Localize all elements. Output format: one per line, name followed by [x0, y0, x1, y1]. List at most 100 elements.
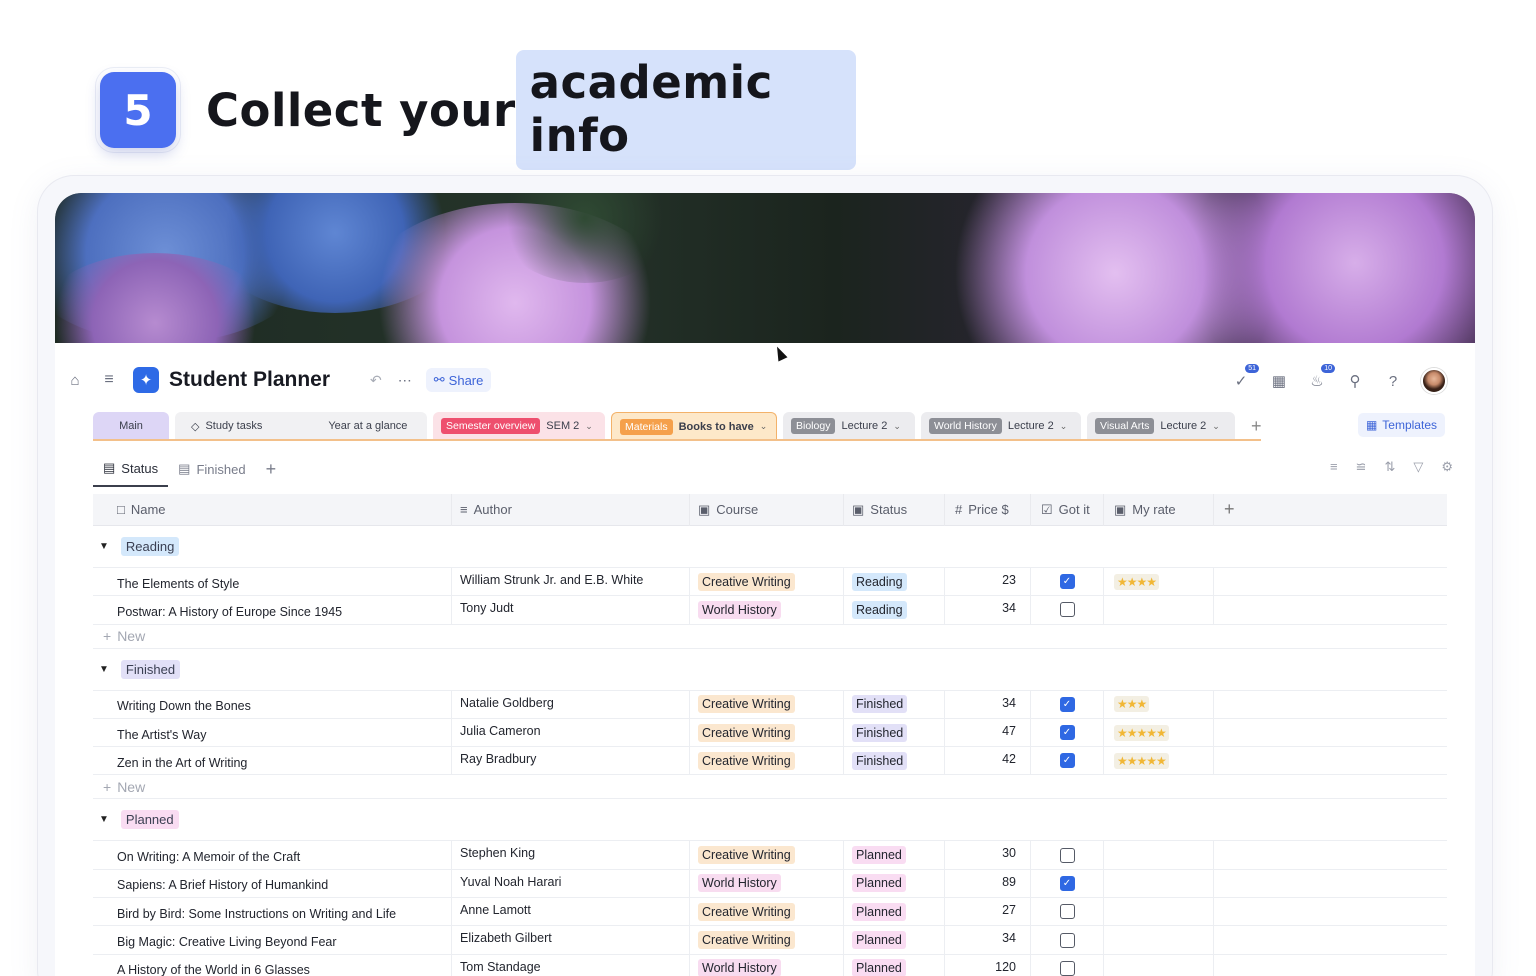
cell-course[interactable]: Creative Writing [690, 926, 844, 954]
cell-course[interactable]: Creative Writing [690, 747, 844, 775]
checkbox-unchecked[interactable] [1059, 932, 1075, 948]
cell-price[interactable]: 27 [945, 898, 1031, 926]
add-column-icon[interactable]: + [1214, 494, 1447, 526]
cell-author[interactable]: Julia Cameron [452, 718, 690, 747]
column-course[interactable]: ▣ Course [690, 493, 844, 526]
cell-status[interactable]: Finished [844, 747, 945, 775]
cell-author[interactable]: Anne Lamott [452, 898, 690, 926]
cell-course[interactable]: Creative Writing [690, 898, 844, 926]
cell-my-rate[interactable] [1104, 841, 1214, 869]
cell-my-rate[interactable] [1104, 926, 1214, 954]
cell-price[interactable]: 47 [945, 718, 1031, 747]
column-got-it[interactable]: ☑ Got it [1031, 493, 1104, 526]
column-status[interactable]: ▣ Status [844, 493, 945, 526]
cell-course[interactable]: World History [690, 869, 844, 898]
tab-main[interactable]: Main [93, 412, 169, 440]
cell-status[interactable]: Planned [844, 841, 945, 869]
table-row[interactable]: On Writing: A Memoir of the Craft Stephen… [93, 841, 1447, 870]
cell-name[interactable]: Sapiens: A Brief History of Humankind [93, 869, 452, 898]
view-finished[interactable]: ▤ Finished [168, 451, 255, 487]
tab-year-label[interactable]: Year at a glance [328, 420, 407, 432]
cell-price[interactable]: 30 [945, 841, 1031, 869]
new-row-button[interactable]: + New [93, 625, 1447, 649]
cell-author[interactable]: Elizabeth Gilbert [452, 926, 690, 954]
cell-status[interactable]: Planned [844, 954, 945, 976]
checkbox-unchecked[interactable] [1059, 847, 1075, 863]
tab-world-history[interactable]: World History Lecture 2 ⌄ [921, 412, 1081, 440]
column-author[interactable]: ≡ Author [452, 493, 690, 526]
cell-my-rate[interactable]: ★★★★ [1104, 568, 1214, 596]
search-icon[interactable]: ⚲ [1345, 371, 1365, 391]
table-row[interactable]: Bird by Bird: Some Instructions on Writi… [93, 898, 1447, 927]
cell-course[interactable]: World History [690, 596, 844, 624]
undo-icon[interactable]: ↶ [370, 372, 382, 389]
avatar[interactable] [1421, 368, 1447, 394]
checkbox-unchecked[interactable] [1059, 602, 1075, 618]
help-icon[interactable]: ? [1383, 371, 1403, 391]
tab-materials[interactable]: Materials Books to have ⌄ [611, 412, 777, 440]
menu-icon[interactable]: ≡ [101, 371, 117, 389]
checkbox-checked[interactable]: ✓ [1059, 753, 1075, 769]
cell-price[interactable]: 23 [945, 568, 1031, 596]
cell-status[interactable]: Finished [844, 718, 945, 747]
cell-course[interactable]: Creative Writing [690, 568, 844, 596]
cell-my-rate[interactable]: ★★★ [1104, 690, 1214, 718]
table-row[interactable]: A History of the World in 6 Glasses Tom S… [93, 954, 1447, 976]
cell-price[interactable]: 120 [945, 954, 1031, 976]
cell-name[interactable]: Writing Down the Bones [93, 690, 452, 718]
cell-price[interactable]: 89 [945, 869, 1031, 898]
cell-course[interactable]: Creative Writing [690, 690, 844, 718]
tab-semester-overview[interactable]: Semester overview SEM 2 ⌄ [433, 412, 605, 440]
cell-my-rate[interactable]: ★★★★★ [1104, 718, 1214, 747]
cell-author[interactable]: Tony Judt [452, 596, 690, 624]
cell-name[interactable]: Big Magic: Creative Living Beyond Fear [93, 926, 452, 954]
checkbox-unchecked[interactable] [1059, 904, 1075, 920]
cell-author[interactable]: William Strunk Jr. and E.B. White [452, 568, 690, 596]
table-row[interactable]: Postwar: A History of Europe Since 1945 T… [93, 596, 1447, 625]
cell-name[interactable]: A History of the World in 6 Glasses [93, 954, 452, 976]
bell-icon[interactable]: ♨ 10 [1307, 364, 1335, 391]
cell-my-rate[interactable] [1104, 596, 1214, 624]
checkbox-unchecked[interactable] [1059, 960, 1075, 976]
caret-down-icon[interactable]: ▼ [99, 664, 109, 675]
new-row-button[interactable]: + New [93, 775, 1447, 800]
templates-button[interactable]: ▦ Templates [1357, 413, 1445, 437]
cell-status[interactable]: Planned [844, 869, 945, 898]
home-icon[interactable]: ⌂ [67, 372, 83, 389]
tab-biology[interactable]: Biology Lecture 2 ⌄ [783, 412, 915, 440]
view-status[interactable]: ▤ Status [93, 451, 169, 487]
tab-visual-arts[interactable]: Visual Arts Lecture 2 ⌄ [1087, 412, 1235, 440]
table-row[interactable]: The Elements of Style William Strunk Jr. … [93, 568, 1447, 597]
column-my-rate[interactable]: ▣ My rate [1104, 493, 1214, 526]
cell-status[interactable]: Finished [844, 690, 945, 718]
cell-name[interactable]: Zen in the Art of Writing [93, 747, 452, 775]
cell-name[interactable]: On Writing: A Memoir of the Craft [93, 841, 452, 869]
cell-course[interactable]: Creative Writing [690, 718, 844, 747]
table-row[interactable]: Writing Down the Bones Natalie Goldberg Cr… [93, 690, 1447, 719]
caret-down-icon[interactable]: ▼ [99, 541, 109, 552]
cell-name[interactable]: Bird by Bird: Some Instructions on Writi… [93, 898, 452, 926]
cell-price[interactable]: 34 [945, 926, 1031, 954]
cell-status[interactable]: Planned [844, 926, 945, 954]
sort-icon[interactable]: ⇅ [1384, 459, 1395, 475]
cell-price[interactable]: 34 [945, 596, 1031, 624]
filter-icon[interactable]: ▽ [1413, 459, 1423, 475]
columns-icon[interactable]: ≡ [1330, 459, 1338, 475]
tasks-check-icon[interactable]: ✓ 51 [1231, 364, 1259, 391]
settings-icon[interactable]: ⚙ [1441, 459, 1453, 475]
cell-name[interactable]: The Elements of Style [93, 568, 452, 596]
cell-course[interactable]: World History [690, 954, 844, 976]
checkbox-checked[interactable]: ✓ [1059, 725, 1075, 741]
add-view-icon[interactable]: + [256, 451, 287, 487]
cell-author[interactable]: Tom Standage [452, 954, 690, 976]
checkbox-checked[interactable]: ✓ [1059, 875, 1075, 891]
cell-status[interactable]: Reading [844, 568, 945, 596]
column-price[interactable]: # Price $ [945, 493, 1031, 526]
cell-name[interactable]: The Artist's Way [93, 718, 452, 747]
caret-down-icon[interactable]: ▼ [99, 814, 109, 825]
column-name[interactable]: □ Name [93, 493, 452, 526]
share-button[interactable]: ⚯ Share [425, 368, 492, 392]
cell-my-rate[interactable] [1104, 898, 1214, 926]
calendar-icon[interactable]: ▦ [1269, 371, 1289, 391]
cell-author[interactable]: Natalie Goldberg [452, 690, 690, 718]
